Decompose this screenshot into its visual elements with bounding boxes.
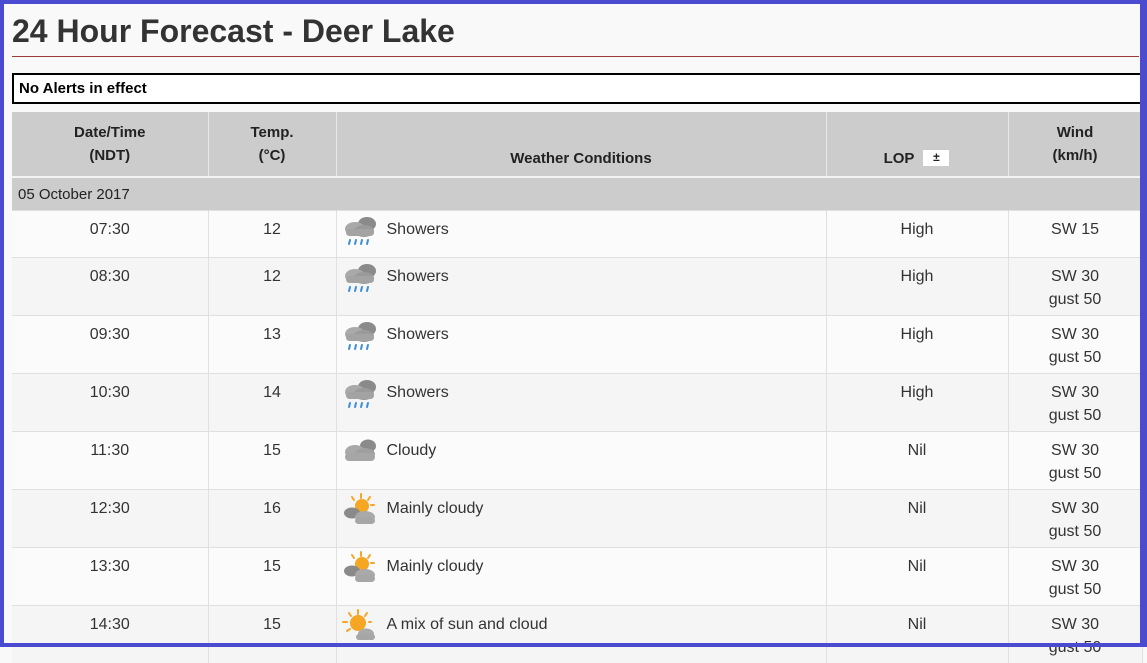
- cell-condition: Cloudy: [336, 432, 826, 490]
- wind-gust: gust 50: [1010, 346, 1141, 369]
- cell-lop: High: [826, 258, 1008, 316]
- header-wind: Wind (km/h): [1008, 112, 1142, 177]
- table-row: 11:30 15 Cloudy Nil SW 30 gust 50: [12, 432, 1142, 490]
- page-content: 24 Hour Forecast - Deer Lake No Alerts i…: [12, 0, 1147, 663]
- mainly-cloudy-icon: [341, 551, 379, 587]
- cell-lop: High: [826, 316, 1008, 374]
- cell-time: 09:30: [12, 316, 208, 374]
- wind-speed: SW 30: [1010, 439, 1141, 462]
- cell-condition: Mainly cloudy: [336, 548, 826, 606]
- cell-time: 08:30: [12, 258, 208, 316]
- cell-time: 13:30: [12, 548, 208, 606]
- cell-condition: A mix of sun and cloud: [336, 606, 826, 663]
- cloudy-icon: [341, 435, 379, 471]
- cell-lop: Nil: [826, 432, 1008, 490]
- wind-speed: SW 30: [1010, 323, 1141, 346]
- wind-gust: gust 50: [1010, 636, 1141, 659]
- table-row: 14:30 15 A mix of sun and cloud Nil SW 3…: [12, 606, 1142, 663]
- condition-text: Showers: [387, 323, 449, 346]
- cell-time: 14:30: [12, 606, 208, 663]
- cell-temp: 15: [208, 548, 336, 606]
- cell-wind: SW 30 gust 50: [1008, 490, 1142, 548]
- showers-icon: [341, 319, 379, 355]
- wind-speed: SW 30: [1010, 265, 1141, 288]
- wind-speed: SW 30: [1010, 381, 1141, 404]
- header-conditions: Weather Conditions: [336, 112, 826, 177]
- header-lop: LOP ±: [826, 112, 1008, 177]
- condition-text: Showers: [387, 218, 449, 241]
- condition-text: A mix of sun and cloud: [387, 613, 548, 636]
- table-header-row: Date/Time (NDT) Temp. (°C) Weather Condi…: [12, 112, 1142, 177]
- sun-and-cloud-icon: [341, 609, 379, 645]
- date-label: 05 October 2017: [12, 177, 1142, 211]
- showers-icon: [341, 261, 379, 297]
- cell-wind: SW 30 gust 50: [1008, 548, 1142, 606]
- cell-wind: SW 30 gust 50: [1008, 432, 1142, 490]
- showers-icon: [341, 377, 379, 413]
- wind-speed: SW 30: [1010, 497, 1141, 520]
- wind-gust: gust 50: [1010, 288, 1141, 311]
- cell-temp: 16: [208, 490, 336, 548]
- showers-icon: [341, 214, 379, 250]
- page-title: 24 Hour Forecast - Deer Lake: [12, 0, 1139, 57]
- cell-lop: Nil: [826, 548, 1008, 606]
- cell-temp: 13: [208, 316, 336, 374]
- header-datetime: Date/Time (NDT): [12, 112, 208, 177]
- wind-speed: SW 30: [1010, 613, 1141, 636]
- wind-gust: gust 50: [1010, 404, 1141, 427]
- wind-speed: SW 30: [1010, 555, 1141, 578]
- cell-temp: 15: [208, 606, 336, 663]
- cell-lop: Nil: [826, 490, 1008, 548]
- cell-lop: High: [826, 211, 1008, 258]
- header-datetime-label: Date/Time: [12, 121, 208, 144]
- cell-wind: SW 15: [1008, 211, 1142, 258]
- wind-speed: SW 15: [1010, 218, 1141, 241]
- condition-text: Showers: [387, 381, 449, 404]
- cell-wind: SW 30 gust 50: [1008, 316, 1142, 374]
- cell-temp: 12: [208, 258, 336, 316]
- cell-condition: Mainly cloudy: [336, 490, 826, 548]
- forecast-table: Date/Time (NDT) Temp. (°C) Weather Condi…: [12, 112, 1143, 663]
- condition-text: Mainly cloudy: [387, 497, 484, 520]
- alert-banner: No Alerts in effect: [12, 73, 1142, 104]
- mainly-cloudy-icon: [341, 493, 379, 529]
- cell-lop: Nil: [826, 606, 1008, 663]
- cell-condition: Showers: [336, 258, 826, 316]
- cell-condition: Showers: [336, 374, 826, 432]
- header-temp: Temp. (°C): [208, 112, 336, 177]
- cell-time: 10:30: [12, 374, 208, 432]
- cell-time: 07:30: [12, 211, 208, 258]
- cell-condition: Showers: [336, 316, 826, 374]
- condition-text: Cloudy: [387, 439, 437, 462]
- condition-text: Showers: [387, 265, 449, 288]
- table-row: 07:30 12 Showers High SW 15: [12, 211, 1142, 258]
- wind-gust: gust 50: [1010, 462, 1141, 485]
- header-temp-unit: (°C): [209, 144, 336, 167]
- wind-gust: gust 50: [1010, 578, 1141, 601]
- cell-temp: 12: [208, 211, 336, 258]
- wind-gust: gust 50: [1010, 520, 1141, 543]
- lop-info-button[interactable]: ±: [922, 149, 950, 167]
- header-wind-label: Wind: [1009, 121, 1142, 144]
- table-row: 09:30 13 Showers High SW 30 gust 50: [12, 316, 1142, 374]
- table-row: 13:30 15 Mainly cloudy Nil SW 30 gust 50: [12, 548, 1142, 606]
- cell-temp: 14: [208, 374, 336, 432]
- cell-time: 11:30: [12, 432, 208, 490]
- cell-time: 12:30: [12, 490, 208, 548]
- header-datetime-unit: (NDT): [12, 144, 208, 167]
- cell-temp: 15: [208, 432, 336, 490]
- table-row: 12:30 16 Mainly cloudy Nil SW 30 gust 50: [12, 490, 1142, 548]
- header-lop-label: LOP: [884, 150, 915, 167]
- cell-condition: Showers: [336, 211, 826, 258]
- cell-wind: SW 30 gust 50: [1008, 606, 1142, 663]
- date-row: 05 October 2017: [12, 177, 1142, 211]
- cell-wind: SW 30 gust 50: [1008, 374, 1142, 432]
- cell-wind: SW 30 gust 50: [1008, 258, 1142, 316]
- condition-text: Mainly cloudy: [387, 555, 484, 578]
- header-temp-label: Temp.: [209, 121, 336, 144]
- header-wind-unit: (km/h): [1009, 144, 1142, 167]
- table-row: 10:30 14 Showers High SW 30 gust 50: [12, 374, 1142, 432]
- cell-lop: High: [826, 374, 1008, 432]
- table-row: 08:30 12 Showers High SW 30 gust 50: [12, 258, 1142, 316]
